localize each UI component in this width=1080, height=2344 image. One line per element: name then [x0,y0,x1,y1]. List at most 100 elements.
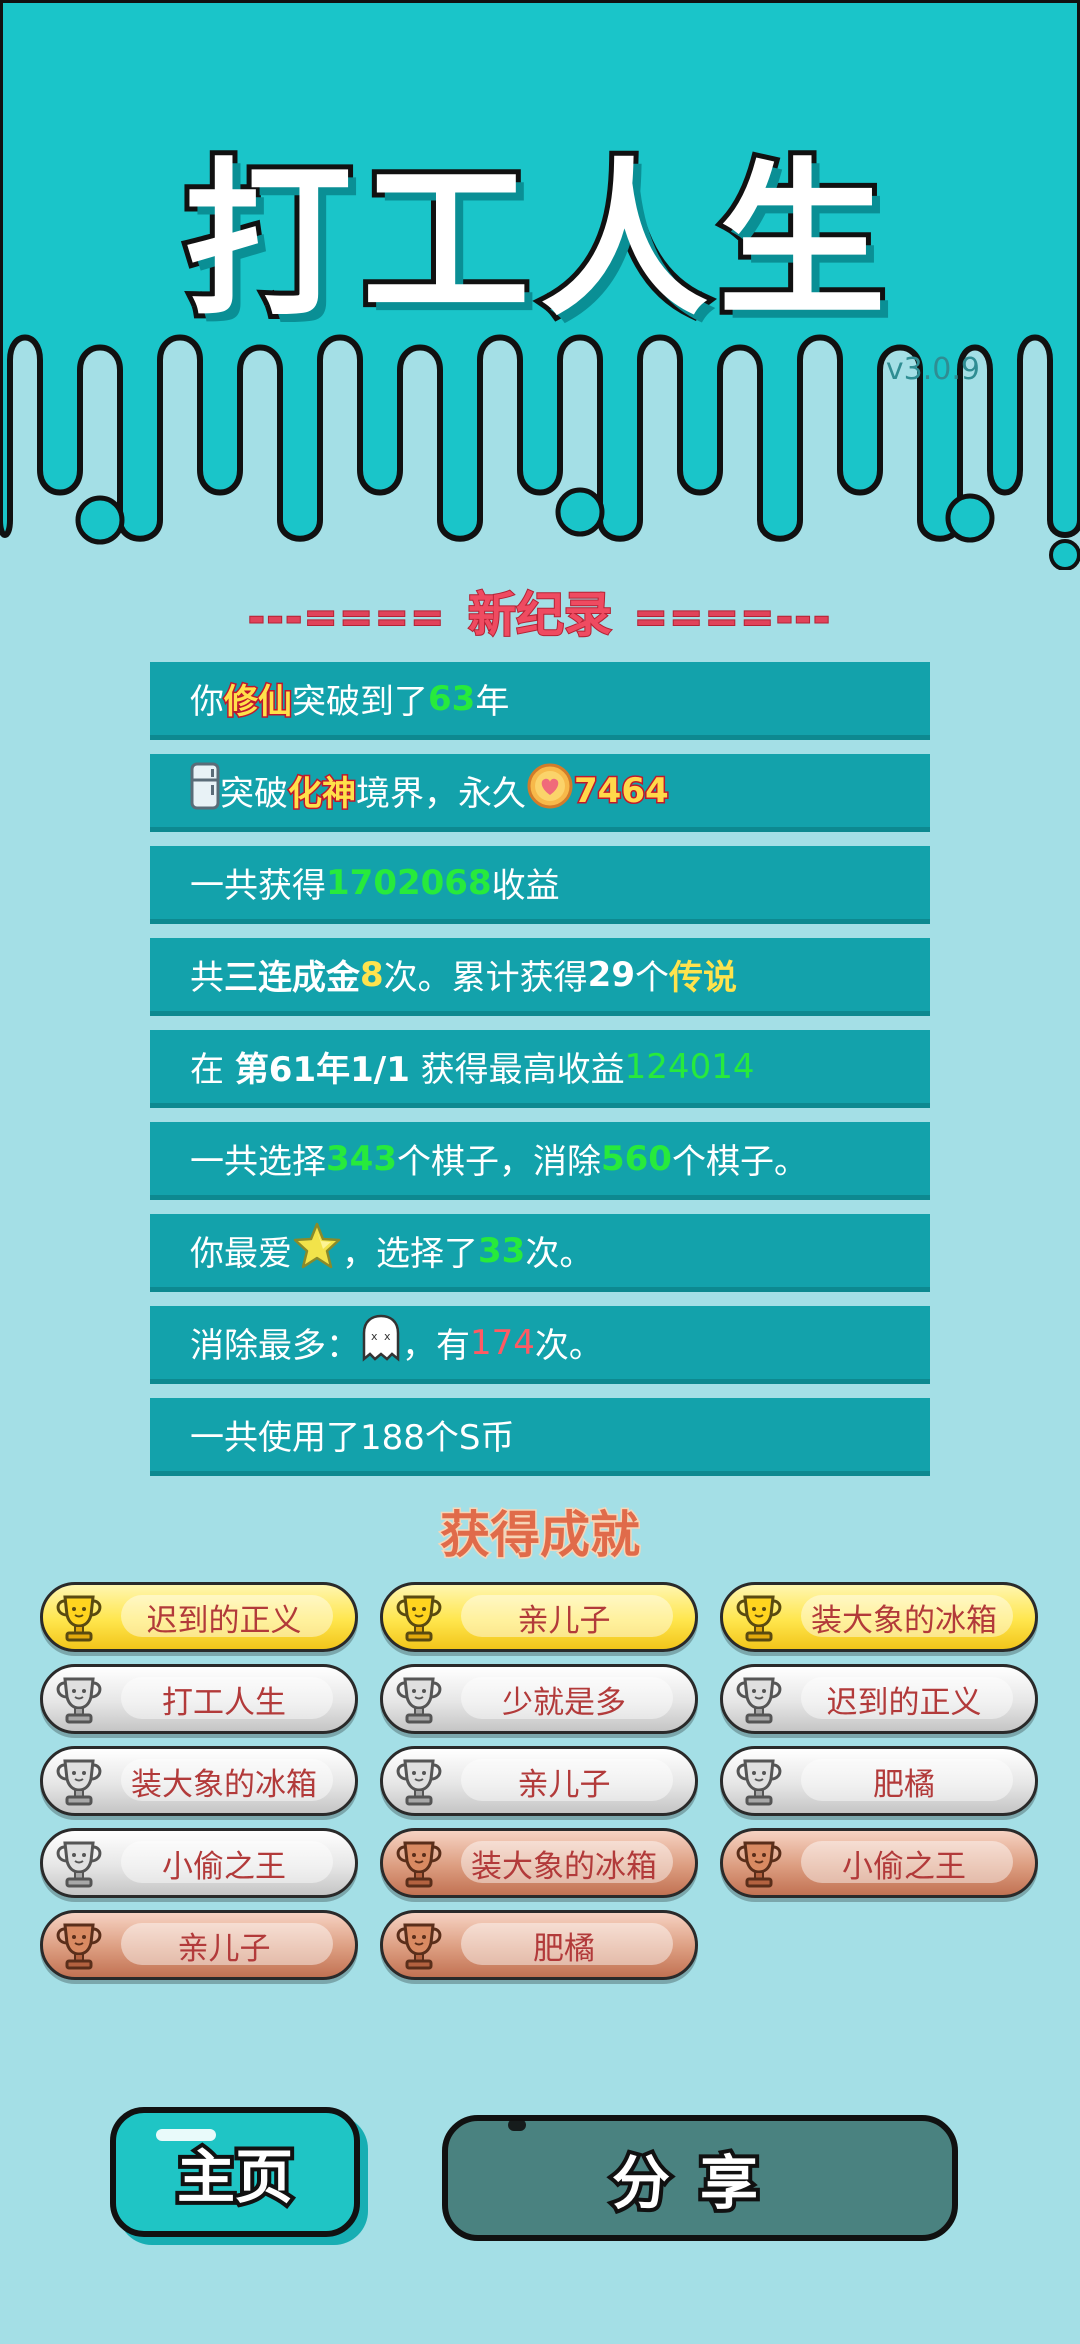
trophy-icon [391,1753,447,1809]
row-text: 个棋子。 [671,1142,808,1182]
trophy-icon [51,1589,107,1645]
row-value: 343 [326,1138,397,1179]
row-value: 560 [600,1138,672,1179]
achievement-badge: 亲儿子 [40,1910,358,1980]
record-row-most-eliminated: 消除最多： xx ，有 174 次。 [150,1306,930,1384]
achievements-title: 获得成就 [439,1505,642,1566]
trophy-icon [51,1671,107,1727]
achievement-badge: 肥橘 [720,1746,1038,1816]
achievement-badge: 亲儿子 [380,1582,698,1652]
achievement-badge: 装大象的冰箱 [380,1828,698,1898]
row-value: 33 [478,1230,526,1271]
achievement-badge: 迟到的正义 [40,1582,358,1652]
row-text: 收益 [491,866,560,906]
trophy-icon [731,1753,787,1809]
row-bold: 三连成金 [224,958,360,998]
trophy-icon [731,1835,787,1891]
fridge-icon [190,762,220,819]
badge-label: 亲儿子 [177,1930,271,1967]
share-button-label: 分享 [608,2145,788,2221]
row-value: 8 [360,954,384,995]
row-text: 你最爱 [190,1234,292,1274]
app-title: 打工人生 [179,138,896,344]
trophy-icon [391,1917,447,1973]
badge-label: 亲儿子 [517,1602,611,1639]
row-value: 1702068 [326,862,492,903]
row-text: 境界，永久 [356,774,526,814]
header-banner: 打工人生 v3.0.9 [0,0,1080,570]
achievement-badge: 肥橘 [380,1910,698,1980]
heading-dash-right: ====--- [633,594,832,642]
trophy-icon [391,1835,447,1891]
achievement-badge: 亲儿子 [380,1746,698,1816]
badge-label: 肥橘 [873,1766,935,1803]
record-row-pieces: 一共选择 343 个棋子，消除 560 个棋子。 [150,1122,930,1200]
trophy-icon [731,1671,787,1727]
version-label: v3.0.9 [885,352,980,387]
row-highlight: 化神 [287,773,358,816]
row-text: 在 [190,1050,235,1090]
heart-coin-icon [526,762,574,819]
new-record-heading: ---==== 新纪录 ====--- [0,575,1080,645]
record-list: 你修仙 突破到了 63 年 突破 化神 境界，永久 7464 一共获得 1702068 收益 … [150,662,930,1490]
row-value: 124014 [624,1046,755,1087]
row-text: 年 [475,682,510,722]
record-row-triple-gold: 共三连成金 8 次。累计获得 29 个传说 [150,938,930,1016]
trophy-icon [51,1917,107,1973]
badge-label: 肥橘 [533,1930,595,1967]
trophy-icon [731,1589,787,1645]
star-icon [292,1221,342,1280]
button-gloss [508,2119,526,2131]
row-text: ，有 [402,1326,470,1366]
badge-label: 迟到的正义 [826,1684,982,1721]
achievement-badge: 小偷之王 [40,1828,358,1898]
row-highlight: 传说 [669,958,737,998]
home-button[interactable]: 主页 [110,2107,360,2237]
share-button[interactable]: 分享 [442,2115,958,2241]
row-text: 突破到了 [292,682,428,722]
heading-dash-left: ---==== [247,594,446,642]
row-text: 次。 [525,1234,594,1274]
trophy-icon [391,1589,447,1645]
trophy-icon [51,1835,107,1891]
record-row-total-income: 一共获得 1702068 收益 [150,846,930,924]
badge-label: 装大象的冰箱 [811,1602,997,1639]
achievement-badge: 打工人生 [40,1664,358,1734]
row-text: 一共使用了188个S币 [190,1418,515,1458]
badge-label: 小偷之王 [842,1848,966,1885]
trophy-icon [391,1671,447,1727]
heading-text: 新纪录 [467,586,613,644]
row-text: ，选择了 [342,1234,478,1274]
row-value: 63 [428,678,476,719]
row-highlight: 修仙 [223,681,294,724]
ghost-icon: xx [360,1313,402,1372]
row-text: 共 [190,958,224,998]
row-text: 你 [190,682,224,722]
row-text: 个 [635,958,669,998]
button-gloss [156,2129,216,2141]
badge-label: 迟到的正义 [146,1602,302,1639]
achievement-badge: 装大象的冰箱 [40,1746,358,1816]
achievement-badge: 装大象的冰箱 [720,1582,1038,1652]
record-row-s-coins: 一共使用了188个S币 [150,1398,930,1476]
record-row-cultivation-years: 你修仙 突破到了 63 年 [150,662,930,740]
row-text: 消除最多： [190,1326,360,1366]
svg-text:x: x [371,1330,378,1343]
achievement-badge: 少就是多 [380,1664,698,1734]
row-text: 一共获得 [190,866,326,906]
row-text: 一共选择 [190,1142,326,1182]
row-text: 次。累计获得 [383,958,588,998]
badge-label: 少就是多 [502,1684,626,1721]
trophy-icon [51,1753,107,1809]
record-row-best-income: 在 第61年1/1 获得最高收益 124014 [150,1030,930,1108]
record-row-favorite: 你最爱 ，选择了 33 次。 [150,1214,930,1292]
row-bold: 第61年1/1 [234,1050,410,1090]
achievement-badge: 迟到的正义 [720,1664,1038,1734]
badge-label: 小偷之王 [162,1848,286,1885]
row-text: 突破 [220,774,288,814]
badge-label: 打工人生 [162,1684,286,1721]
badge-label: 装大象的冰箱 [131,1766,317,1803]
home-button-label: 主页 [173,2139,297,2215]
row-value: 7464 [573,769,671,812]
row-text: 获得最高收益 [409,1050,625,1090]
